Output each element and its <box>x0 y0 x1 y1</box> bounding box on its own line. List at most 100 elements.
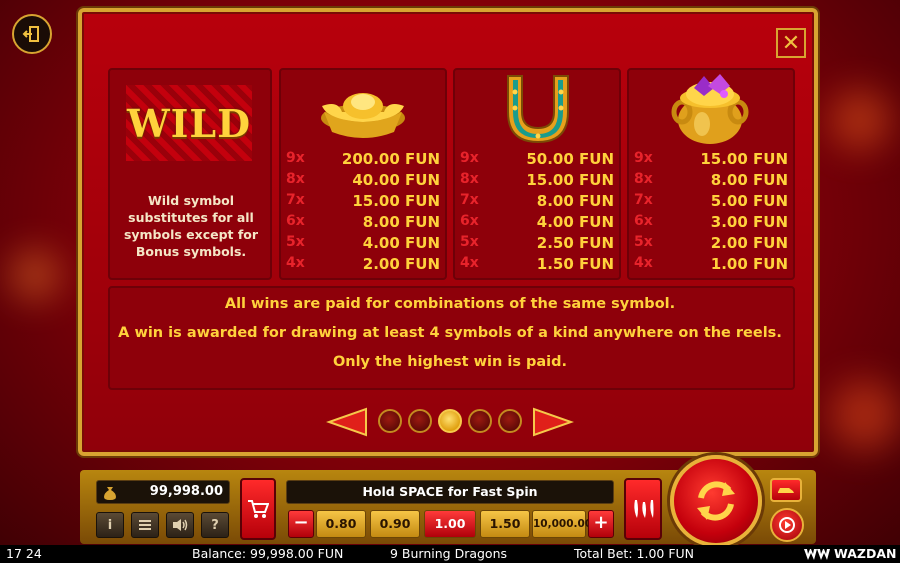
multiplier-label: 6x <box>286 213 305 229</box>
wild-description-line: symbols except for <box>123 227 259 242</box>
exit-door-icon <box>22 26 39 42</box>
game-title: 9 Burning Dragons <box>390 546 508 561</box>
page-dot-3-active[interactable] <box>438 409 462 433</box>
horseshoe-icon <box>507 75 569 144</box>
wild-description-line: Wild symbol <box>147 193 235 208</box>
payout-value: 4.00 FUN <box>536 213 614 231</box>
payout-value: 8.00 FUN <box>362 213 440 231</box>
pay-row: 5x 2.00 FUN <box>634 234 788 254</box>
pay-row: 8x 15.00 FUN <box>460 171 614 191</box>
wild-description-line: Bonus symbols. <box>135 244 247 259</box>
payout-value: 1.50 FUN <box>536 255 614 273</box>
background-glow <box>830 380 900 450</box>
pay-row: 9x 200.00 FUN <box>286 150 440 170</box>
multiplier-label: 4x <box>634 255 653 271</box>
menu-icon <box>139 520 151 530</box>
bet-option[interactable]: 0.80 <box>316 510 366 538</box>
pay-row: 5x 2.50 FUN <box>460 234 614 254</box>
pot-of-gold-icon <box>671 74 749 144</box>
shopping-cart-icon <box>248 500 269 518</box>
multiplier-label: 7x <box>460 192 479 208</box>
page-dot-5[interactable] <box>498 409 522 433</box>
pay-row: 9x 50.00 FUN <box>460 150 614 170</box>
bet-option[interactable]: 10,000.00 <box>532 510 592 538</box>
payout-value: 8.00 FUN <box>710 171 788 189</box>
multiplier-label: 9x <box>460 150 479 166</box>
info-icon: i <box>107 517 113 533</box>
pay-row: 8x 40.00 FUN <box>286 171 440 191</box>
page-dot-2[interactable] <box>408 409 432 433</box>
paytable-column-ingot: 9x 200.00 FUN 8x 40.00 FUN 7x 15.00 FUN 6x 8… <box>286 150 440 276</box>
minus-icon: − <box>293 512 309 533</box>
status-bar: 17 24 Balance: 99,998.00 FUN 9 Burning D… <box>0 545 900 563</box>
status-total-bet: Total Bet: 1.00 FUN <box>574 546 695 561</box>
spin-button[interactable] <box>670 455 762 547</box>
wild-label: WILD <box>126 100 252 146</box>
payout-value: 8.00 FUN <box>536 192 614 210</box>
pay-row: 7x 8.00 FUN <box>460 192 614 212</box>
pay-row: 8x 8.00 FUN <box>634 171 788 191</box>
close-button[interactable]: ✕ <box>776 28 806 58</box>
pay-row: 6x 4.00 FUN <box>460 213 614 233</box>
chili-feature-button[interactable] <box>624 478 662 540</box>
brand-name: WAZDAN <box>834 546 897 561</box>
exit-button[interactable] <box>12 14 52 54</box>
pay-row: 6x 3.00 FUN <box>634 213 788 233</box>
multiplier-label: 4x <box>460 255 479 271</box>
multiplier-label: 6x <box>634 213 653 229</box>
page-dot-1[interactable] <box>378 409 402 433</box>
pay-row: 4x 1.00 FUN <box>634 255 788 275</box>
bet-option-selected[interactable]: 1.00 <box>424 510 476 538</box>
payout-value: 1.00 FUN <box>710 255 788 273</box>
payout-value: 2.00 FUN <box>362 255 440 273</box>
payout-value: 15.00 FUN <box>700 150 788 168</box>
wild-symbol: WILD <box>126 85 252 161</box>
autoplay-button[interactable] <box>770 508 804 542</box>
autoplay-icon <box>779 517 795 533</box>
info-button[interactable]: i <box>96 512 124 538</box>
status-balance: Balance: 99,998.00 FUN <box>192 546 344 561</box>
paytable-column-pot: 9x 15.00 FUN 8x 8.00 FUN 7x 5.00 FUN 6x 3.00… <box>634 150 788 276</box>
payout-value: 15.00 FUN <box>526 171 614 189</box>
multiplier-label: 7x <box>286 192 305 208</box>
payout-value: 4.00 FUN <box>362 234 440 252</box>
previous-page-arrow[interactable] <box>326 406 368 438</box>
help-icon: ? <box>211 517 219 533</box>
decrease-bet-button[interactable]: − <box>288 510 314 538</box>
rule-line: A win is awarded for drawing at least 4 … <box>118 325 782 341</box>
multiplier-label: 5x <box>286 234 305 250</box>
gold-ingot-icon <box>321 93 405 138</box>
pay-row: 5x 4.00 FUN <box>286 234 440 254</box>
next-page-arrow[interactable] <box>532 406 574 438</box>
pay-row: 4x 1.50 FUN <box>460 255 614 275</box>
sound-button[interactable] <box>166 512 194 538</box>
multiplier-label: 8x <box>460 171 479 187</box>
shop-button[interactable] <box>240 478 276 540</box>
page-dot-4[interactable] <box>468 409 492 433</box>
menu-button[interactable] <box>131 512 159 538</box>
car-icon <box>778 488 794 493</box>
spin-arrows-icon <box>697 481 735 521</box>
bet-option[interactable]: 1.50 <box>480 510 530 538</box>
multiplier-label: 9x <box>634 150 653 166</box>
paytable-column-horseshoe: 9x 50.00 FUN 8x 15.00 FUN 7x 8.00 FUN 6x 4.0… <box>460 150 614 276</box>
increase-bet-button[interactable]: + <box>588 510 614 538</box>
plus-icon: + <box>593 512 609 533</box>
payout-value: 200.00 FUN <box>341 150 440 168</box>
wild-description: Wild symbol substitutes for all symbols … <box>112 192 270 260</box>
pay-row: 6x 8.00 FUN <box>286 213 440 233</box>
wild-description-line: substitutes for all <box>128 210 254 225</box>
multiplier-label: 8x <box>634 171 653 187</box>
money-bag-icon <box>104 487 116 500</box>
fast-spin-hint: Hold SPACE for Fast Spin <box>286 480 614 504</box>
turbo-button[interactable] <box>770 478 802 502</box>
multiplier-label: 5x <box>634 234 653 250</box>
payout-value: 40.00 FUN <box>352 171 440 189</box>
payout-value: 2.50 FUN <box>536 234 614 252</box>
help-button[interactable]: ? <box>201 512 229 538</box>
payout-value: 5.00 FUN <box>710 192 788 210</box>
multiplier-label: 6x <box>460 213 479 229</box>
bet-option[interactable]: 0.90 <box>370 510 420 538</box>
background-glow <box>10 250 60 300</box>
payout-value: 3.00 FUN <box>710 213 788 231</box>
